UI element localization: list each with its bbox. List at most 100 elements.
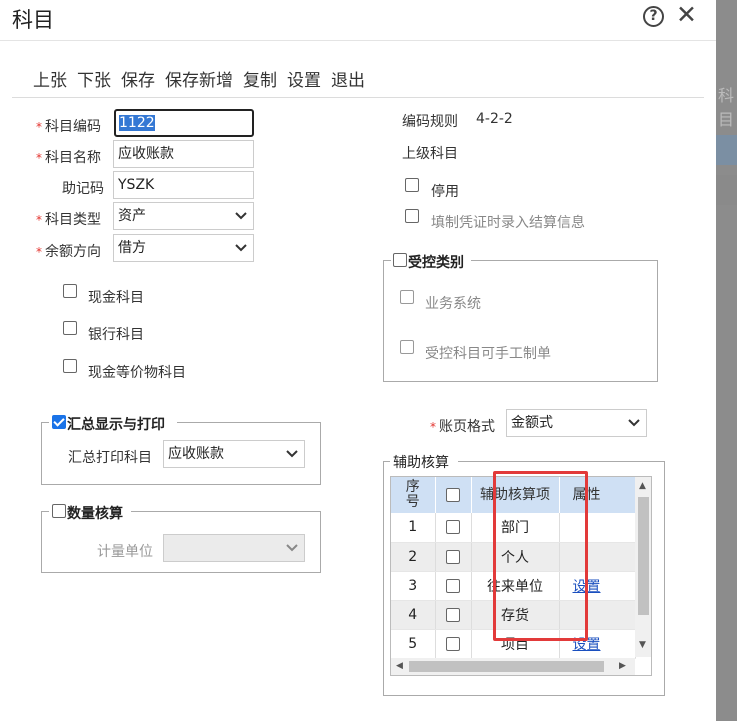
item-header: 辅助核算项 [471, 477, 560, 513]
attr-link[interactable]: 设置 [573, 579, 601, 595]
chevron-down-icon [235, 212, 247, 220]
balance-direction-select[interactable]: 借方 [113, 234, 254, 262]
account-name-input[interactable]: 应收账款 [113, 140, 254, 168]
prev-button[interactable]: 上张 [33, 71, 67, 91]
table-row[interactable]: 5 项目 设置 [391, 629, 636, 659]
summary-checkbox[interactable] [52, 415, 66, 429]
summary-print-label: 汇总打印科目 [68, 450, 152, 466]
next-button[interactable]: 下张 [77, 71, 111, 91]
close-icon[interactable]: ✕ [676, 1, 697, 29]
row-checkbox[interactable] [446, 520, 460, 535]
attr-cell [559, 513, 636, 543]
auxiliary-grid: 序号 辅助核算项 属性 1 部门 2 个人 3 往来单位 设置 4 存货 5 项… [390, 476, 652, 676]
account-code-input[interactable]: 1122 [114, 109, 254, 137]
exit-button[interactable]: 退出 [331, 71, 365, 91]
row-checkbox[interactable] [446, 549, 460, 564]
ledger-format-label: * 账页格式 [430, 419, 495, 435]
save-button[interactable]: 保存 [121, 71, 155, 91]
save-new-button[interactable]: 保存新增 [165, 71, 233, 91]
account-type-label: * 科目类型 [36, 212, 101, 228]
row-checkbox-cell [435, 513, 472, 543]
scroll-right-icon[interactable]: ▶ [619, 661, 626, 671]
row-checkbox-cell [435, 629, 472, 659]
table-row[interactable]: 4 存货 [391, 600, 636, 630]
cash-account-checkbox[interactable] [63, 284, 77, 298]
background-row [716, 175, 737, 205]
attr-cell: 设置 [559, 571, 636, 601]
vertical-scroll-thumb[interactable] [638, 497, 649, 615]
mnemonic-input[interactable]: YSZK [113, 171, 254, 199]
cash-account-label: 现金科目 [88, 290, 144, 306]
table-row[interactable]: 1 部门 [391, 513, 636, 543]
ledger-format-select[interactable]: 金额式 [506, 409, 647, 437]
disabled-label: 停用 [431, 184, 459, 200]
grid-header-row: 序号 辅助核算项 属性 [391, 477, 636, 513]
parent-account-label: 上级科目 [402, 146, 458, 162]
business-system-checkbox[interactable] [400, 290, 414, 304]
unit-select [163, 534, 305, 562]
dialog-title: 科目 [12, 8, 54, 32]
seq-cell: 5 [391, 629, 436, 659]
copy-button[interactable]: 复制 [243, 71, 277, 91]
settings-button[interactable]: 设置 [287, 71, 321, 91]
chevron-down-icon [286, 450, 298, 458]
select-all-checkbox[interactable] [446, 487, 460, 502]
item-cell: 部门 [471, 513, 560, 543]
row-checkbox-cell [435, 571, 472, 601]
row-checkbox-cell [435, 600, 472, 630]
vertical-scrollbar[interactable]: ▲ ▼ [635, 477, 651, 657]
account-name-label: * 科目名称 [36, 150, 101, 166]
voucher-settle-checkbox[interactable] [405, 209, 419, 223]
item-cell: 项目 [471, 629, 560, 659]
chevron-down-icon [286, 544, 298, 552]
cash-equivalent-checkbox[interactable] [63, 359, 77, 373]
quantity-checkbox[interactable] [52, 504, 66, 518]
account-type-select[interactable]: 资产 [113, 202, 254, 230]
toolbar-divider [12, 97, 704, 98]
select-all-cell [435, 477, 472, 513]
business-system-label: 业务系统 [425, 296, 481, 312]
toolbar: 上张 下张 保存 保存新增 复制 设置 退出 [33, 66, 375, 91]
bank-account-label: 银行科目 [88, 327, 144, 343]
chevron-down-icon [628, 419, 640, 427]
controlled-checkbox[interactable] [393, 253, 407, 267]
code-rule-label: 编码规则 [402, 114, 458, 130]
attr-cell [559, 600, 636, 630]
summary-print-select[interactable]: 应收账款 [163, 440, 305, 468]
table-row[interactable]: 2 个人 [391, 542, 636, 572]
scroll-left-icon[interactable]: ◀ [396, 661, 403, 671]
controlled-legend-label: 受控类别 [408, 255, 464, 271]
manual-voucher-checkbox[interactable] [400, 340, 414, 354]
item-cell: 存货 [471, 600, 560, 630]
row-checkbox[interactable] [446, 636, 460, 651]
attr-link[interactable]: 设置 [573, 637, 601, 653]
mnemonic-label: 助记码 [62, 181, 104, 197]
item-cell: 往来单位 [471, 571, 560, 601]
unit-label: 计量单位 [97, 544, 153, 560]
balance-direction-label: * 余额方向 [36, 244, 101, 260]
help-icon[interactable]: ? [643, 6, 664, 27]
background-partial-text: 科目 [718, 86, 735, 129]
cash-equivalent-label: 现金等价物科目 [88, 365, 186, 381]
row-checkbox[interactable] [446, 578, 460, 593]
table-row[interactable]: 3 往来单位 设置 [391, 571, 636, 601]
horizontal-scroll-thumb[interactable] [409, 661, 604, 672]
attr-header: 属性 [559, 477, 636, 513]
disabled-checkbox[interactable] [405, 178, 419, 192]
scroll-up-icon[interactable]: ▲ [639, 481, 646, 491]
scroll-down-icon[interactable]: ▼ [639, 640, 646, 650]
account-dialog: 科目 ? ✕ 上张 下张 保存 保存新增 复制 设置 退出 * 科目编码 1122 * 科目名称… [0, 0, 716, 721]
bank-account-checkbox[interactable] [63, 321, 77, 335]
summary-legend-label: 汇总显示与打印 [67, 417, 165, 433]
voucher-settle-label: 填制凭证时录入结算信息 [431, 215, 585, 231]
seq-cell: 4 [391, 600, 436, 630]
attr-cell [559, 542, 636, 572]
item-cell: 个人 [471, 542, 560, 572]
row-checkbox[interactable] [446, 607, 460, 622]
code-rule-value: 4-2-2 [476, 111, 513, 127]
chevron-down-icon [235, 244, 247, 252]
attr-cell: 设置 [559, 629, 636, 659]
auxiliary-legend-label: 辅助核算 [393, 455, 449, 471]
horizontal-scrollbar[interactable]: ◀ ▶ [391, 658, 635, 675]
manual-voucher-label: 受控科目可手工制单 [425, 346, 551, 362]
